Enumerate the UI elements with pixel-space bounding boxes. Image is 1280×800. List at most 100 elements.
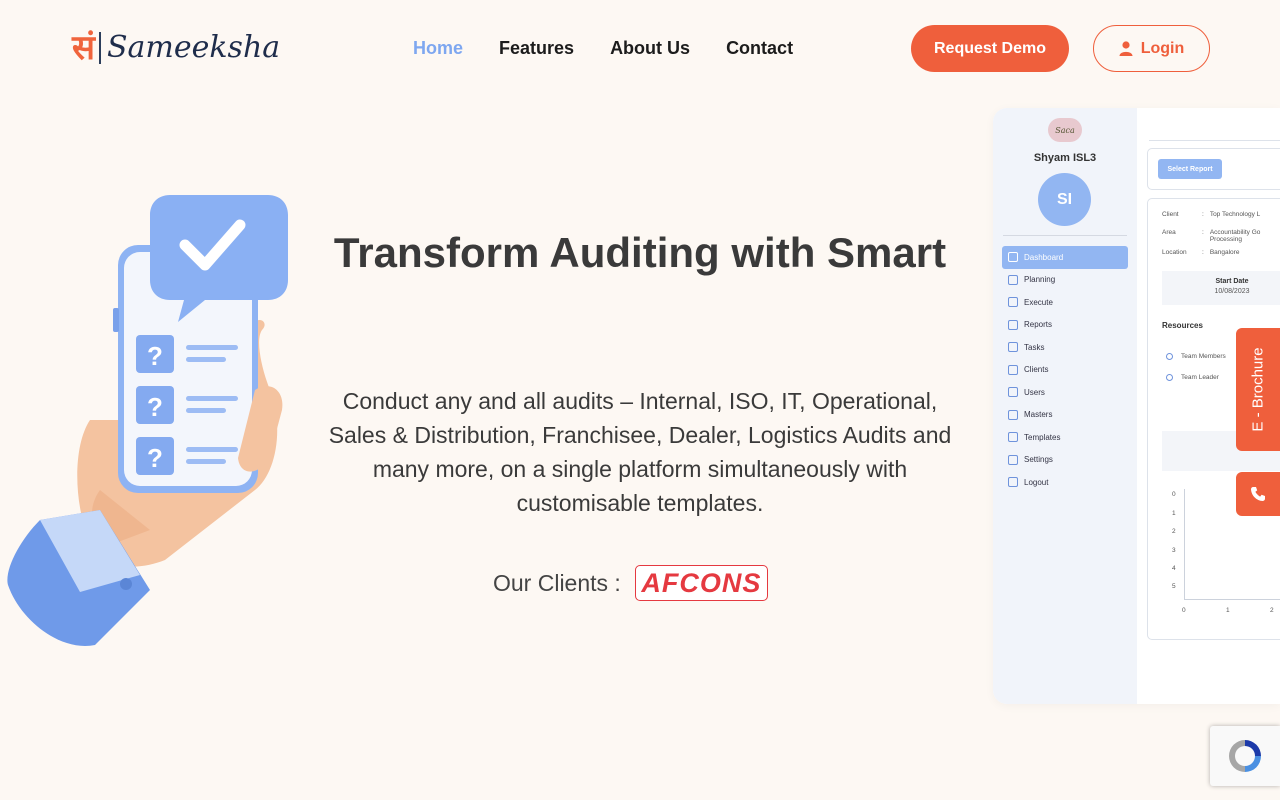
request-demo-button[interactable]: Request Demo	[911, 25, 1069, 72]
clients-label: Our Clients :	[493, 570, 621, 596]
dashboard-avatar: SI	[1038, 173, 1091, 226]
select-report-button: Select Report	[1158, 159, 1222, 179]
y-tick: 5	[1172, 583, 1176, 590]
dashboard-menu-item: Templates	[1002, 426, 1128, 449]
menu-label: Tasks	[1024, 342, 1045, 352]
menu-label: Dashboard	[1024, 252, 1064, 262]
client-logo-text: AFCONS	[641, 567, 762, 598]
start-date-value: 10/08/2023	[1214, 288, 1250, 295]
report-icon	[1008, 319, 1018, 330]
logo-divider	[98, 32, 101, 64]
hand-phone-illustration: ? ? ?	[7, 195, 288, 646]
menu-label: Users	[1024, 387, 1045, 397]
radio-icon	[1166, 374, 1173, 381]
login-label: Login	[1140, 39, 1185, 57]
start-date-label: Start Date	[1215, 278, 1249, 285]
resources-label: Resources	[1162, 321, 1203, 330]
dashboard-menu-item: Settings	[1002, 449, 1128, 472]
svg-text:?: ?	[147, 443, 163, 473]
dashboard-topline	[1149, 140, 1280, 141]
detail-row: Client: Top Technology L	[1162, 211, 1261, 218]
resource-label: Team Leader	[1181, 374, 1219, 381]
menu-label: Masters	[1024, 410, 1053, 420]
dashboard-sidebar: Saca Shyam ISL3 SI Dashboard Planning Ex…	[993, 108, 1137, 704]
dashboard-menu: Dashboard Planning Execute Reports Tasks…	[1002, 246, 1128, 494]
call-button[interactable]	[1236, 472, 1280, 516]
request-demo-label: Request Demo	[933, 39, 1047, 57]
dashboard-brand-logo: Saca	[1048, 118, 1082, 142]
menu-label: Execute	[1024, 297, 1053, 307]
template-icon	[1008, 432, 1018, 443]
detail-key: Location	[1162, 249, 1187, 256]
detail-row: Area: Accountability Go Processing	[1162, 229, 1280, 243]
check-square-icon	[1008, 297, 1018, 308]
e-brochure-label: E - Brochure	[1249, 347, 1267, 432]
svg-text:?: ?	[147, 392, 163, 422]
dashboard-menu-item: Clients	[1002, 359, 1128, 382]
dashboard-menu-item: Execute	[1002, 291, 1128, 314]
main-nav: Home Features About Us Contact	[413, 36, 793, 60]
detail-value: Top Technology L	[1209, 211, 1261, 218]
gear-icon	[1008, 454, 1018, 465]
clients-icon	[1008, 364, 1018, 375]
recaptcha-badge[interactable]	[1210, 726, 1280, 786]
dashboard-menu-item: Masters	[1002, 404, 1128, 427]
login-button[interactable]: Login	[1093, 25, 1210, 72]
client-logo-afcons: AFCONS	[634, 565, 768, 601]
clients-row: Our Clients : AFCONS	[493, 565, 768, 601]
x-tick: 0	[1182, 607, 1186, 614]
hero-description: Conduct any and all audits – Internal, I…	[328, 388, 952, 516]
dashboard-menu-item: Tasks	[1002, 336, 1128, 359]
detail-key: Area	[1162, 229, 1176, 236]
bulb-icon	[1008, 274, 1018, 285]
logo-mark: सं	[72, 28, 95, 68]
menu-label: Clients	[1024, 365, 1049, 375]
x-tick: 1	[1226, 607, 1230, 614]
menu-label: Settings	[1024, 455, 1053, 465]
dashboard-report-card: Select Report	[1147, 148, 1280, 190]
dashboard-divider	[1003, 235, 1127, 236]
chart-y-axis	[1184, 489, 1185, 599]
y-tick: 1	[1172, 510, 1176, 517]
detail-value: Accountability Go Processing	[1209, 229, 1261, 243]
chart-x-axis	[1184, 599, 1280, 600]
dashboard-menu-item: Reports	[1002, 314, 1128, 337]
dashboard-menu-item: Logout	[1002, 471, 1128, 494]
menu-label: Logout	[1024, 477, 1049, 487]
detail-value: Bangalore	[1209, 249, 1240, 256]
menu-label: Templates	[1024, 432, 1061, 442]
resource-item: Team Members	[1166, 353, 1226, 360]
nav-about-us[interactable]: About Us	[610, 36, 690, 60]
brand-logo[interactable]: सं Sameeksha	[72, 28, 280, 68]
resource-label: Team Members	[1181, 353, 1226, 360]
nav-contact[interactable]: Contact	[726, 36, 793, 60]
svg-text:?: ?	[147, 341, 163, 371]
x-tick: 2	[1270, 607, 1274, 614]
dashboard-menu-item: Planning	[1002, 269, 1128, 292]
dashboard-menu-item: Users	[1002, 381, 1128, 404]
user-icon	[1119, 41, 1133, 56]
dashboard-grid-icon	[1008, 252, 1018, 263]
task-icon	[1008, 342, 1018, 353]
start-date-box: Start Date 10/08/2023	[1162, 271, 1280, 305]
y-tick: 0	[1172, 491, 1176, 498]
nav-home[interactable]: Home	[413, 36, 463, 60]
e-brochure-tab[interactable]: E - Brochure	[1236, 328, 1280, 451]
site-header: सं Sameeksha Home Features About Us Cont…	[0, 0, 1280, 96]
menu-label: Planning	[1024, 275, 1056, 285]
dashboard-menu-item: Dashboard	[1002, 246, 1128, 269]
file-icon	[1008, 409, 1018, 420]
phone-icon	[1251, 487, 1265, 501]
hero-title: Transform Auditing with Smart	[333, 229, 947, 276]
logo-text: Sameeksha	[106, 30, 281, 65]
y-tick: 3	[1172, 547, 1176, 554]
radio-icon	[1166, 353, 1173, 360]
y-tick: 2	[1172, 528, 1176, 535]
users-icon	[1008, 387, 1018, 398]
resource-item: Team Leader	[1166, 374, 1219, 381]
recaptcha-icon	[1229, 740, 1261, 772]
y-tick: 4	[1172, 565, 1176, 572]
nav-features[interactable]: Features	[499, 36, 574, 60]
detail-row: Location: Bangalore	[1162, 249, 1240, 256]
detail-key: Client	[1162, 211, 1179, 218]
